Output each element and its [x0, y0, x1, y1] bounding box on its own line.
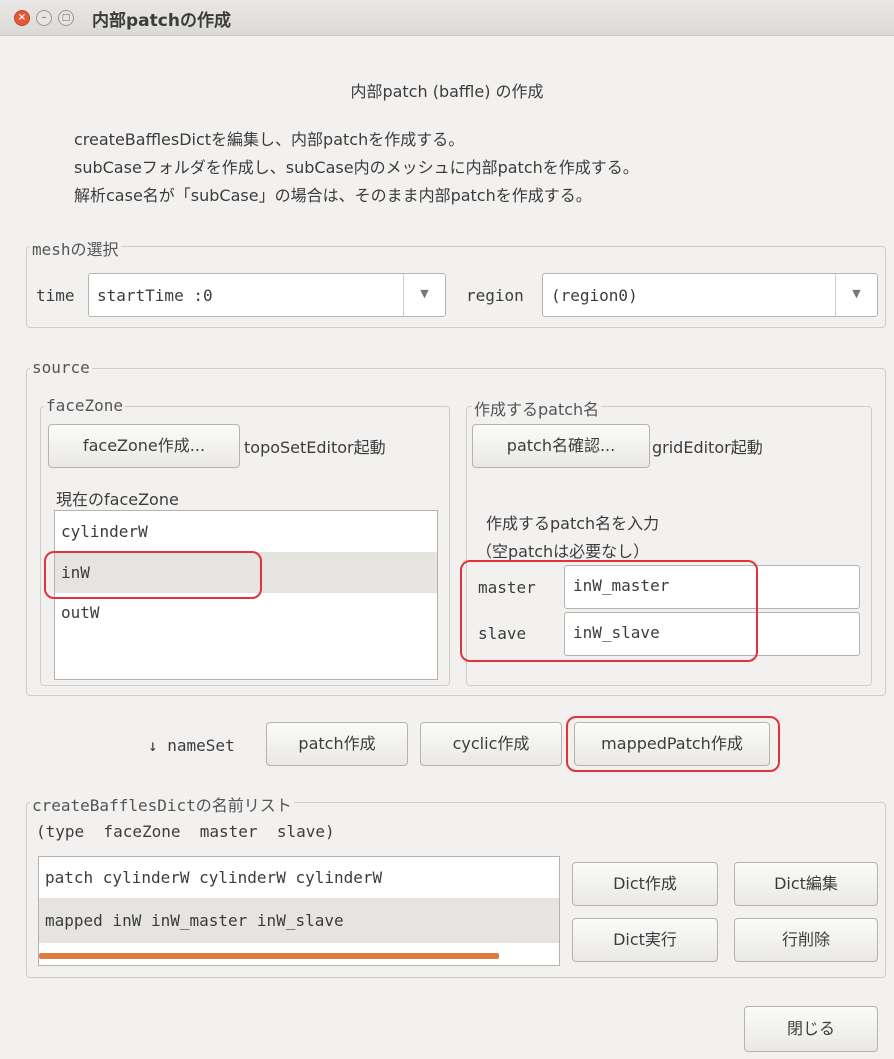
facezone-group-label: faceZone — [44, 396, 126, 415]
close-window-icon[interactable]: × — [14, 10, 30, 26]
region-value: (region0) — [551, 286, 638, 305]
dict-list[interactable]: patch cylinderW cylinderW cylinderW mapp… — [38, 856, 560, 966]
region-label: region — [466, 286, 524, 305]
toposet-editor-label: topoSetEditor起動 — [244, 438, 386, 457]
current-facezone-label: 現在のfaceZone — [56, 490, 179, 509]
title-bar: × – □ 内部patchの作成 — [0, 0, 894, 36]
time-combo[interactable]: startTime :0 ▼ — [88, 273, 446, 317]
time-label: time — [36, 286, 75, 305]
patchname-check-button[interactable]: patch名確認... — [472, 424, 650, 468]
close-button[interactable]: 閉じる — [744, 1006, 878, 1052]
list-item[interactable]: patch cylinderW cylinderW cylinderW — [39, 857, 559, 899]
source-group-label: source — [30, 358, 92, 377]
grid-editor-label: gridEditor起動 — [652, 438, 763, 457]
minimize-window-icon[interactable]: – — [36, 10, 52, 26]
time-value: startTime :0 — [97, 286, 213, 305]
patch-create-button[interactable]: patch作成 — [266, 722, 408, 766]
dict-edit-button[interactable]: Dict編集 — [734, 862, 878, 906]
list-item[interactable]: outW — [55, 593, 437, 633]
horizontal-scrollbar[interactable] — [39, 953, 499, 959]
dictlist-columns-label: (type faceZone master slave) — [36, 822, 335, 841]
patchname-group-label: 作成するpatch名 — [472, 396, 602, 420]
description: createBafflesDictを編集し、内部patchを作成する。 subC… — [74, 126, 639, 210]
patchname-hint: 作成するpatch名を入力 — [486, 514, 660, 533]
chevron-down-icon[interactable]: ▼ — [835, 274, 877, 316]
list-item[interactable]: cylinderW — [55, 511, 437, 553]
maximize-window-icon[interactable]: □ — [58, 10, 74, 26]
page-heading: 内部patch (baffle) の作成 — [350, 82, 544, 101]
chevron-down-icon[interactable]: ▼ — [403, 274, 445, 316]
highlight-box — [460, 560, 758, 662]
nameset-label: ↓ nameSet — [148, 736, 235, 755]
cyclic-create-button[interactable]: cyclic作成 — [420, 722, 562, 766]
description-line: 解析case名が「subCase」の場合は、そのまま内部patchを作成する。 — [74, 186, 592, 205]
highlight-box — [44, 551, 262, 599]
dict-run-button[interactable]: Dict実行 — [572, 918, 718, 962]
list-item[interactable]: mapped inW inW_master inW_slave — [39, 899, 559, 943]
dictlist-group-label: createBafflesDictの名前リスト — [30, 792, 294, 816]
facezone-create-button[interactable]: faceZone作成... — [48, 424, 240, 468]
dict-create-button[interactable]: Dict作成 — [572, 862, 718, 906]
highlight-box — [566, 716, 780, 772]
patchname-note: （空patchは必要なし） — [476, 542, 650, 561]
description-line: subCaseフォルダを作成し、subCase内のメッシュに内部patchを作成… — [74, 158, 639, 177]
mesh-group-label: meshの選択 — [30, 236, 121, 260]
window-title: 内部patchの作成 — [92, 11, 231, 31]
region-combo[interactable]: (region0) ▼ — [542, 273, 878, 317]
delete-row-button[interactable]: 行削除 — [734, 918, 878, 962]
description-line: createBafflesDictを編集し、内部patchを作成する。 — [74, 130, 465, 149]
